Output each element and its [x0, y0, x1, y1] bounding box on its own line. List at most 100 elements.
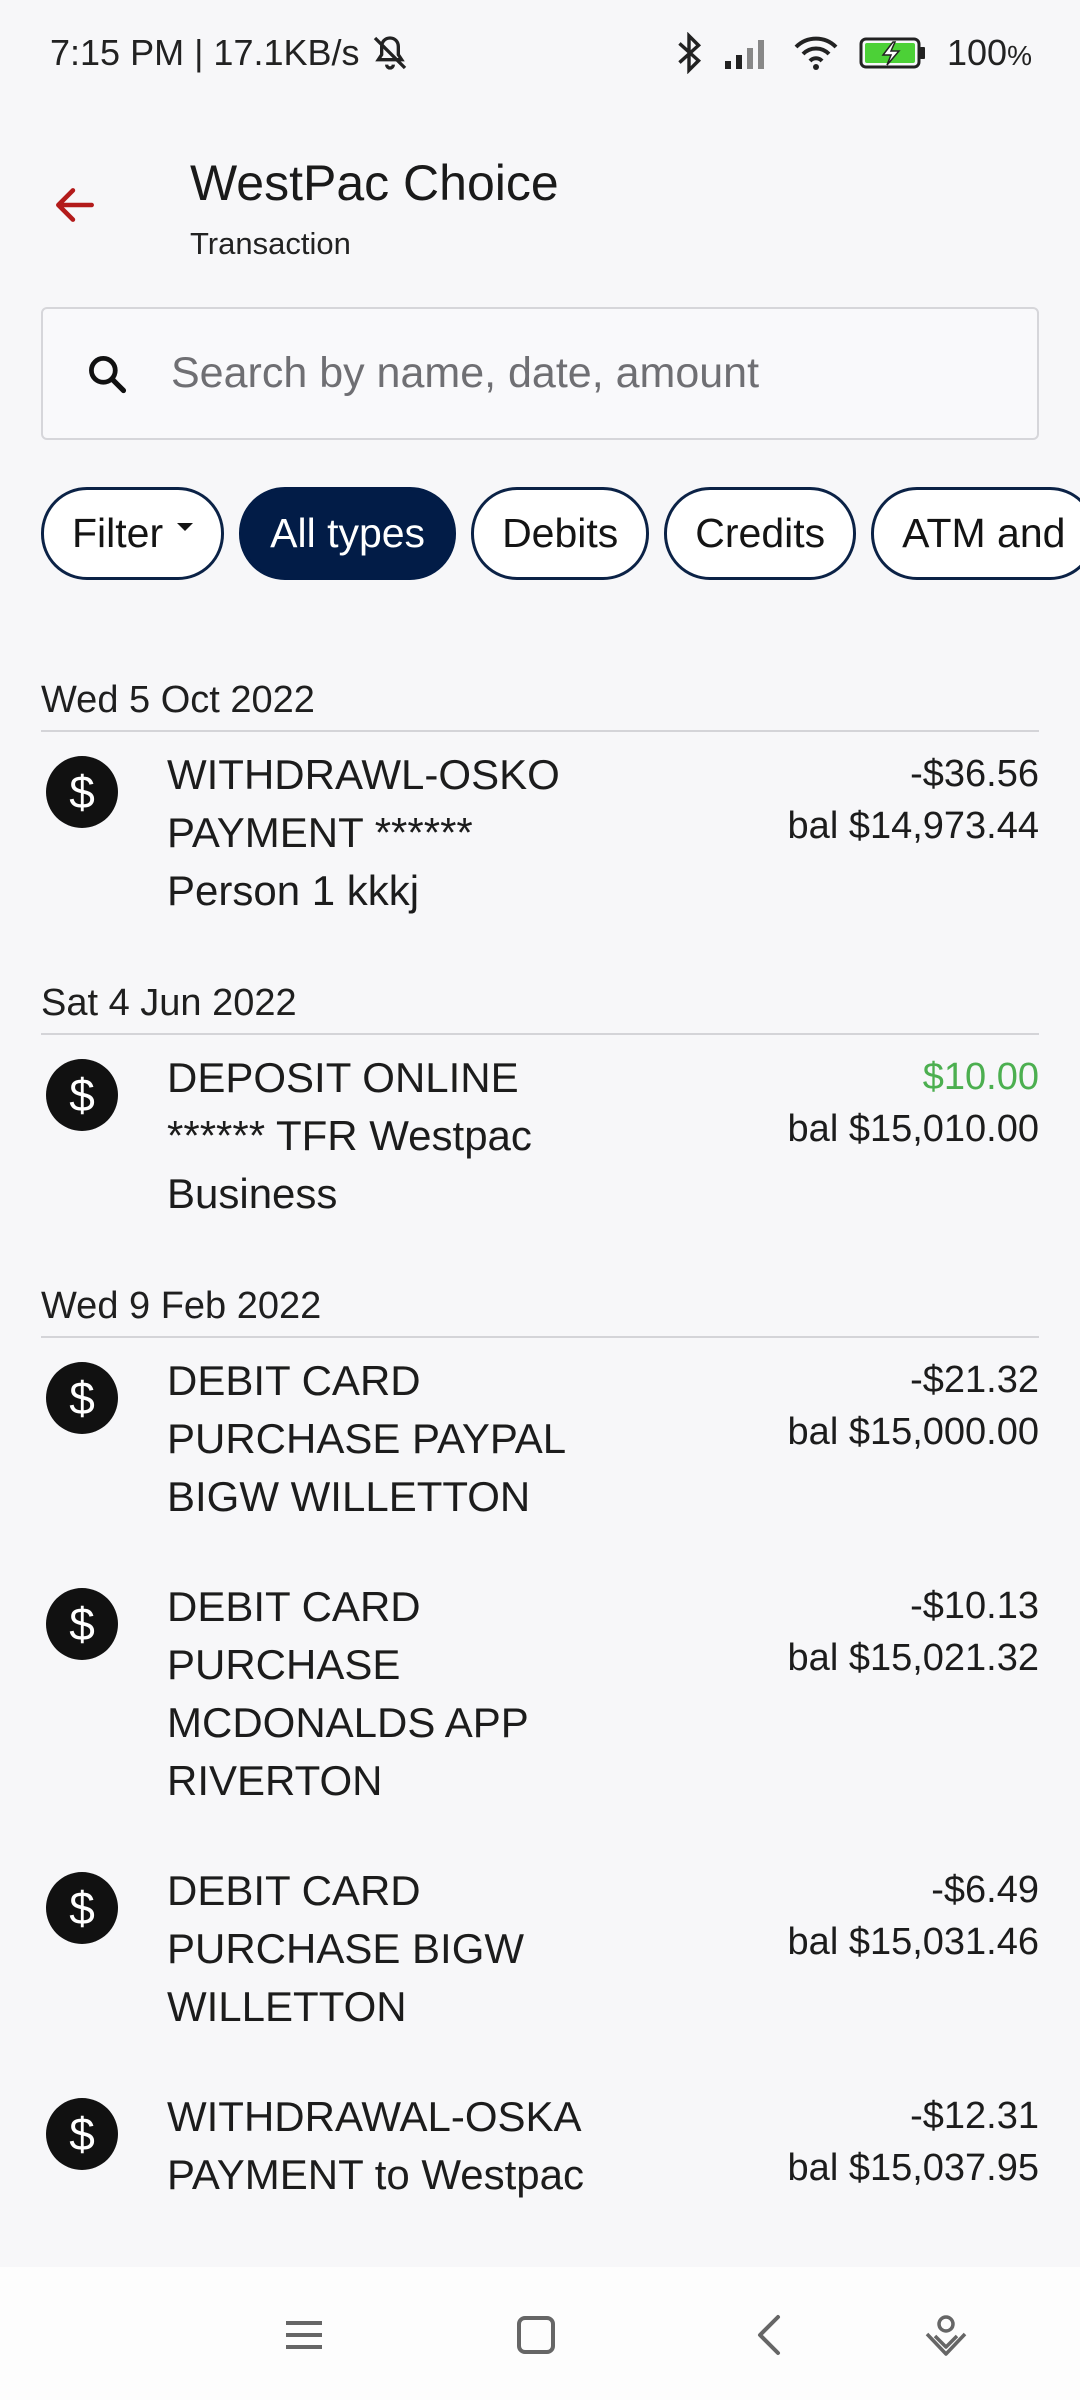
transaction-balance: bal $15,021.32: [787, 1637, 1039, 1679]
home-square-icon: [517, 2316, 555, 2354]
transaction-row[interactable]: $ DEBIT CARD PURCHASE MCDONALDS APP RIVE…: [41, 1564, 1039, 1848]
transaction-description: DEPOSIT ONLINE ****** TFR Westpac Busine…: [167, 1049, 607, 1223]
date-group: Wed 5 Oct 2022 $ WITHDRAWL-OSKO PAYMENT …: [0, 655, 1080, 958]
chip-credits[interactable]: Credits: [664, 487, 857, 580]
chip-atm[interactable]: ATM and: [871, 487, 1080, 580]
search-icon: [85, 351, 131, 397]
svg-text:$: $: [69, 1598, 95, 1650]
date-group: Wed 9 Feb 2022 $ DEBIT CARD PURCHASE PAY…: [0, 1261, 1080, 2242]
battery-level: 100%: [947, 31, 1032, 73]
transaction-balance: bal $15,037.95: [787, 2147, 1039, 2189]
transaction-amount: $10.00: [922, 1056, 1039, 1098]
arrow-left-icon: [56, 188, 94, 222]
transaction-amounts: -$36.56 bal $14,973.44: [788, 746, 1039, 920]
menu-button[interactable]: [276, 2307, 332, 2363]
desc-line: PURCHASE BIGW: [167, 1925, 525, 1972]
desc-line: DEBIT CARD: [167, 1867, 421, 1914]
battery-charging-icon: [859, 35, 927, 71]
desc-line: Business: [167, 1170, 338, 1217]
transaction-description: DEBIT CARD PURCHASE PAYPAL BIGW WILLETTO…: [167, 1352, 607, 1526]
chip-all-types[interactable]: All types: [239, 487, 457, 580]
status-time: 7:15 PM | 17.1KB/s: [50, 31, 360, 73]
assistant-button[interactable]: [918, 2307, 974, 2363]
date-header: Wed 9 Feb 2022: [41, 1261, 1039, 1338]
svg-text:$: $: [69, 1882, 95, 1934]
status-bar: 7:15 PM | 17.1KB/s 100%: [0, 0, 1080, 105]
chip-label: ATM and: [902, 510, 1066, 556]
chip-label: All types: [270, 510, 426, 556]
transaction-amounts: -$6.49 bal $15,031.46: [788, 1862, 1039, 2036]
chip-debits[interactable]: Debits: [471, 487, 650, 580]
system-nav-bar: [0, 2267, 1080, 2400]
date-header: Sat 4 Jun 2022: [41, 958, 1039, 1035]
status-left: 7:15 PM | 17.1KB/s: [50, 32, 410, 74]
svg-text:$: $: [69, 1069, 95, 1121]
desc-line: PURCHASE: [167, 1641, 401, 1688]
dollar-icon: $: [46, 2098, 118, 2170]
chip-label: Credits: [695, 510, 826, 556]
desc-line: RIVERTON: [167, 1757, 383, 1804]
transaction-amount: -$12.31: [910, 2095, 1039, 2137]
back-chevron-icon: [758, 2315, 780, 2355]
transaction-list: Wed 5 Oct 2022 $ WITHDRAWL-OSKO PAYMENT …: [0, 655, 1080, 2267]
desc-line: DEBIT CARD: [167, 1357, 421, 1404]
transaction-amount: -$10.13: [910, 1585, 1039, 1627]
dollar-icon: $: [46, 1059, 118, 1131]
svg-text:$: $: [69, 766, 95, 818]
transaction-row[interactable]: $ DEPOSIT ONLINE ****** TFR Westpac Busi…: [41, 1035, 1039, 1261]
desc-line: WILLETTON: [167, 1983, 407, 2030]
transaction-row[interactable]: $ DEBIT CARD PURCHASE BIGW WILLETTON -$6…: [41, 1848, 1039, 2074]
bluetooth-icon: [675, 31, 703, 74]
transaction-amount: -$36.56: [910, 753, 1039, 795]
dollar-icon: $: [46, 756, 118, 828]
desc-line: DEPOSIT ONLINE: [167, 1054, 519, 1101]
page-title: WestPac Choice: [190, 155, 559, 211]
page-subtitle: Transaction: [190, 226, 351, 261]
wifi-icon: [793, 35, 839, 71]
search-box[interactable]: [41, 307, 1039, 440]
transaction-amount: -$21.32: [910, 1359, 1039, 1401]
transaction-amounts: -$21.32 bal $15,000.00: [788, 1352, 1039, 1526]
transaction-description: DEBIT CARD PURCHASE MCDONALDS APP RIVERT…: [167, 1578, 607, 1810]
transaction-row[interactable]: $ WITHDRAWAL-OSKA PAYMENT to Westpac -$1…: [41, 2074, 1039, 2242]
desc-line: BIGW WILLETTON: [167, 1473, 531, 1520]
dollar-icon: $: [46, 1362, 118, 1434]
app-header: WestPac Choice Transaction: [0, 140, 1080, 270]
desc-line: WITHDRAWL-OSKO: [167, 751, 560, 798]
transaction-description: WITHDRAWL-OSKO PAYMENT ****** Person 1 k…: [167, 746, 607, 920]
transaction-balance: bal $15,000.00: [787, 1411, 1039, 1453]
desc-line: PAYMENT ******: [167, 809, 473, 856]
desc-line: ****** TFR Westpac: [167, 1112, 532, 1159]
back-button[interactable]: [40, 170, 110, 240]
chip-label: Filter: [72, 510, 164, 556]
desc-line: MCDONALDS APP: [167, 1699, 529, 1746]
transaction-balance: bal $14,973.44: [787, 805, 1039, 847]
desc-line: DEBIT CARD: [167, 1583, 421, 1630]
desc-line: Person 1 kkkj: [167, 867, 420, 914]
svg-text:$: $: [69, 2108, 95, 2160]
date-header: Wed 5 Oct 2022: [41, 655, 1039, 732]
transaction-balance: bal $15,010.00: [787, 1108, 1039, 1150]
transaction-amount: -$6.49: [931, 1869, 1039, 1911]
transaction-row[interactable]: $ WITHDRAWL-OSKO PAYMENT ****** Person 1…: [41, 732, 1039, 958]
status-right: 100%: [675, 31, 1032, 74]
desc-line: PURCHASE PAYPAL: [167, 1415, 567, 1462]
filter-dropdown-chip[interactable]: Filter: [41, 487, 225, 580]
dollar-icon: $: [46, 1588, 118, 1660]
desc-line: PAYMENT to Westpac: [167, 2151, 585, 2198]
transaction-balance: bal $15,031.46: [787, 1921, 1039, 1963]
transaction-description: DEBIT CARD PURCHASE BIGW WILLETTON: [167, 1862, 607, 2036]
transaction-amounts: -$10.13 bal $15,021.32: [788, 1578, 1039, 1810]
filter-chips: Filter All types Debits Credits ATM and: [41, 487, 1080, 580]
date-group: Sat 4 Jun 2022 $ DEPOSIT ONLINE ****** T…: [0, 958, 1080, 1261]
back-nav-button[interactable]: [742, 2307, 798, 2363]
desc-line: WITHDRAWAL-OSKA: [167, 2093, 582, 2140]
transaction-amounts: $10.00 bal $15,010.00: [788, 1049, 1039, 1223]
transaction-description: WITHDRAWAL-OSKA PAYMENT to Westpac: [167, 2088, 607, 2204]
search-input[interactable]: [171, 349, 1037, 398]
transaction-row[interactable]: $ DEBIT CARD PURCHASE PAYPAL BIGW WILLET…: [41, 1338, 1039, 1564]
dollar-icon: $: [46, 1872, 118, 1944]
svg-text:$: $: [69, 1372, 95, 1424]
chip-label: Debits: [502, 510, 619, 556]
home-button[interactable]: [508, 2307, 564, 2363]
